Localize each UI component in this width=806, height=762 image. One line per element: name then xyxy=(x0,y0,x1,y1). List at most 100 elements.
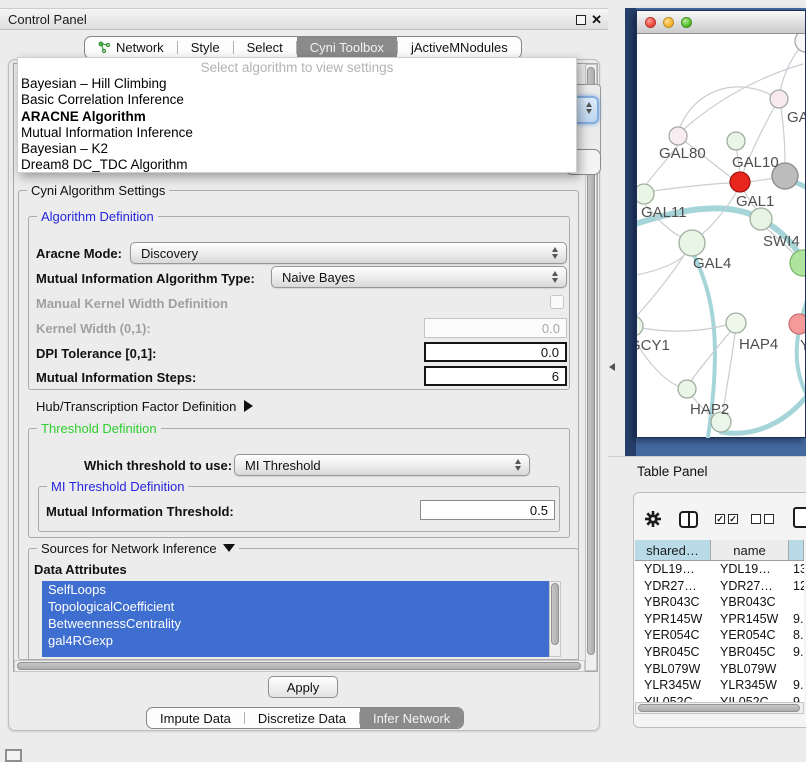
network-edge[interactable] xyxy=(637,254,685,322)
network-node-GAL4[interactable] xyxy=(679,230,705,256)
export-table-icon[interactable] xyxy=(793,507,806,528)
network-node-SWI4[interactable] xyxy=(750,208,772,230)
tab-jactivemnodules[interactable]: jActiveMNodules xyxy=(398,37,521,58)
split-panel-icon[interactable] xyxy=(679,511,698,528)
group-title: MI Threshold Definition xyxy=(47,479,188,494)
network-canvas[interactable]: GALGAL80GAL10GAL1GAL11SWI4GAL4GCY1HAP4YH… xyxy=(637,34,805,438)
table-row[interactable]: YDR27…YDR27…12 xyxy=(635,578,804,595)
mi-steps-input[interactable] xyxy=(424,366,567,386)
gear-icon[interactable] xyxy=(644,510,662,528)
attribute-item-topologicalcoefficient[interactable]: TopologicalCoefficient xyxy=(42,598,549,615)
algorithm-option-basic-correlation-inference[interactable]: Basic Correlation Inference xyxy=(18,92,576,108)
table-cell: YBR043C xyxy=(711,594,789,611)
aracne-mode-label: Aracne Mode: xyxy=(36,246,122,261)
kernel-width-input[interactable] xyxy=(424,318,567,338)
select-all-checkbox-icon[interactable]: ✓ xyxy=(715,514,725,524)
collapsed-panel-icon[interactable] xyxy=(5,749,22,762)
network-node-GAL11[interactable] xyxy=(637,184,654,204)
data-attributes-label: Data Attributes xyxy=(34,562,127,577)
tab-network[interactable]: Network xyxy=(85,37,177,58)
collapse-triangle-icon[interactable] xyxy=(223,544,235,552)
network-node-GAL80[interactable] xyxy=(669,127,687,145)
table-cell: YBL079W xyxy=(635,661,711,678)
control-panel-titlebar[interactable]: Control Panel ✕ xyxy=(0,8,608,30)
network-window-titlebar[interactable] xyxy=(637,11,805,34)
network-node-GCY1[interactable] xyxy=(637,316,643,336)
attributes-scrollbar[interactable] xyxy=(549,581,561,657)
network-node-HAP2[interactable] xyxy=(678,380,696,398)
deselect-all-checkbox-icon-2[interactable] xyxy=(764,514,774,524)
algorithm-option-dream8-dc-tdc-algorithm[interactable]: Dream8 DC_TDC Algorithm xyxy=(18,157,576,173)
network-node-top-right[interactable] xyxy=(795,34,805,52)
minimize-window-icon[interactable] xyxy=(663,17,674,28)
network-edge[interactable] xyxy=(637,253,686,276)
zoom-window-icon[interactable] xyxy=(681,17,692,28)
tab-discretize-data[interactable]: Discretize Data xyxy=(245,708,359,728)
table-cell: YIL052C xyxy=(635,694,711,702)
network-node-HAP4[interactable] xyxy=(726,313,746,333)
attributes-scrollbar-thumb[interactable] xyxy=(551,583,559,645)
network-edge[interactable] xyxy=(781,108,785,163)
table-row[interactable]: YBR045CYBR045C9. xyxy=(635,644,804,661)
settings-horizontal-scrollbar-thumb[interactable] xyxy=(17,662,581,670)
attribute-item-gal4rgexp[interactable]: gal4RGexp xyxy=(42,632,549,649)
network-edge[interactable] xyxy=(680,87,779,127)
expand-triangle-icon[interactable] xyxy=(244,400,253,412)
apply-button[interactable]: Apply xyxy=(268,676,338,698)
column-header-hidden[interactable] xyxy=(789,540,804,560)
network-node-label-hap2: HAP2 xyxy=(690,401,729,418)
table-horizontal-scrollbar[interactable] xyxy=(635,702,804,714)
tab-select[interactable]: Select xyxy=(234,37,296,58)
network-node-GAL1[interactable] xyxy=(730,172,750,192)
algorithm-option-mutual-information-inference[interactable]: Mutual Information Inference xyxy=(18,125,576,141)
close-panel-icon[interactable]: ✕ xyxy=(591,12,602,28)
table-row[interactable]: YDL19…YDL19…13 xyxy=(635,561,804,578)
network-node-bright-green[interactable] xyxy=(790,250,805,276)
attribute-item-partial[interactable] xyxy=(42,649,549,657)
algorithm-option-bayesian-k2[interactable]: Bayesian – K2 xyxy=(18,141,576,157)
settings-horizontal-scrollbar[interactable] xyxy=(14,660,585,672)
table-row[interactable]: YBL079WYBL079W xyxy=(635,661,804,678)
mi-algorithm-type-select[interactable]: Naive Bayes xyxy=(271,266,567,288)
float-window-icon[interactable] xyxy=(576,15,586,25)
table-cell: YIL052C xyxy=(711,694,789,702)
tab-label: Discretize Data xyxy=(258,711,346,726)
tab-impute-data[interactable]: Impute Data xyxy=(147,708,244,728)
hub-definition-toggle[interactable]: Hub/Transcription Factor Definition xyxy=(36,399,253,414)
select-all-checkbox-icon-2[interactable]: ✓ xyxy=(728,514,738,524)
network-node-pink-right[interactable] xyxy=(789,314,805,334)
column-header-name[interactable]: name xyxy=(711,540,789,560)
tab-infer-network[interactable]: Infer Network xyxy=(360,708,463,728)
close-window-icon[interactable] xyxy=(645,17,656,28)
network-node-GAL10[interactable] xyxy=(727,132,745,150)
dpi-tolerance-input[interactable] xyxy=(424,342,567,362)
manual-kernel-checkbox[interactable] xyxy=(550,295,564,309)
table-panel-title: Table Panel xyxy=(637,464,708,479)
table-row[interactable]: YLR345WYLR345W9. xyxy=(635,677,804,694)
network-node-label-gcy1: GCY1 xyxy=(637,337,670,354)
panel-divider-collapse-icon[interactable] xyxy=(609,363,615,371)
table-row[interactable]: YPR145WYPR145W9. xyxy=(635,611,804,628)
attribute-item-selfloops[interactable]: SelfLoops xyxy=(42,581,549,598)
network-edge[interactable] xyxy=(701,191,737,235)
network-node-pink-top[interactable] xyxy=(770,90,788,108)
algorithm-option-aracne-algorithm[interactable]: ARACNE Algorithm xyxy=(18,109,576,125)
network-edge[interactable] xyxy=(691,332,730,381)
network-edge[interactable] xyxy=(749,178,774,182)
table-row[interactable]: YIL052CYIL052C9 xyxy=(635,694,804,702)
attribute-item-betweennesscentrality[interactable]: BetweennessCentrality xyxy=(42,615,549,632)
mi-threshold-input[interactable] xyxy=(420,500,555,520)
column-header-shared[interactable]: shared… xyxy=(635,540,711,560)
aracne-mode-select[interactable]: Discovery xyxy=(130,242,567,264)
which-threshold-select[interactable]: MI Threshold xyxy=(234,454,530,476)
table-row[interactable]: YBR043CYBR043C xyxy=(635,594,804,611)
tab-style[interactable]: Style xyxy=(178,37,233,58)
tab-cyni-toolbox[interactable]: Cyni Toolbox xyxy=(297,37,397,58)
network-edge[interactable] xyxy=(721,388,805,433)
table-horizontal-scrollbar-thumb[interactable] xyxy=(638,704,800,712)
table-row[interactable]: YER054CYER054C8. xyxy=(635,627,804,644)
algorithm-option-bayesian-hill-climbing[interactable]: Bayesian – Hill Climbing xyxy=(18,76,576,92)
data-attributes-list[interactable]: SelfLoopsTopologicalCoefficientBetweenne… xyxy=(42,581,549,657)
deselect-all-checkbox-icon[interactable] xyxy=(751,514,761,524)
network-edge[interactable] xyxy=(653,183,730,191)
